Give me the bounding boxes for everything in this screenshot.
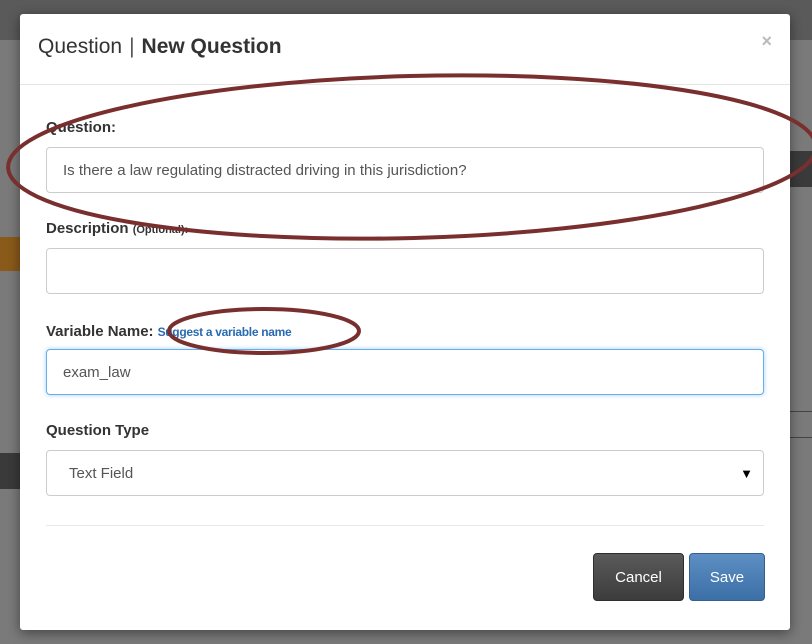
save-button[interactable]: Save [689, 553, 765, 601]
question-type-label: Question Type [46, 422, 150, 439]
suggest-variable-name-link[interactable]: Suggest a variable name [158, 325, 292, 339]
description-label-text: Description [46, 220, 129, 237]
question-type-selected: Text Field [69, 464, 134, 482]
question-dialog: Question | New Question × Question: Descri… [20, 14, 790, 630]
variable-name-input[interactable] [46, 349, 764, 395]
backdrop-dark-block [0, 453, 22, 489]
footer-divider [46, 525, 764, 526]
chevron-down-icon: ▼ [740, 465, 753, 481]
title-prefix: Question [38, 35, 123, 58]
title-main: New Question [141, 35, 282, 58]
question-type-select[interactable]: Text Field ▼ [46, 450, 764, 496]
backdrop-accent [0, 237, 22, 271]
backdrop-divider [790, 411, 812, 412]
variable-name-label: Variable Name: Suggest a variable name [46, 323, 292, 340]
description-label: Description (Optional): [46, 220, 188, 237]
question-label: Question: [46, 119, 116, 136]
question-input[interactable] [46, 147, 764, 193]
variable-name-label-text: Variable Name: [46, 323, 154, 340]
title-separator: | [129, 35, 135, 58]
backdrop-right-block [790, 151, 812, 187]
cancel-button[interactable]: Cancel [593, 553, 684, 601]
dialog-title: Question | New Question [38, 35, 282, 59]
dialog-header: Question | New Question × [20, 14, 790, 85]
backdrop-divider [790, 437, 812, 438]
description-input[interactable] [46, 248, 764, 294]
close-icon[interactable]: × [761, 32, 772, 50]
description-optional-tag: (Optional): [132, 224, 189, 236]
